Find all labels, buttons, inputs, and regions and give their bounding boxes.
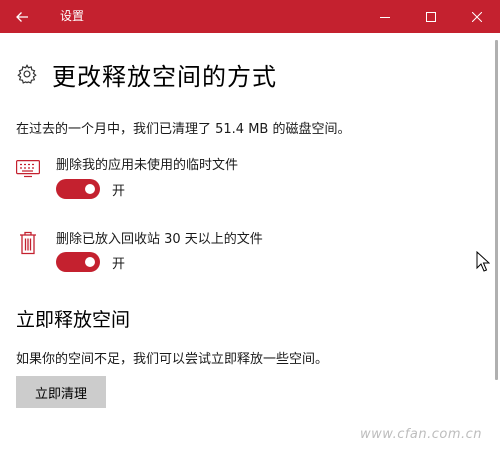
scrollbar[interactable] (495, 40, 498, 380)
temp-files-toggle[interactable] (56, 179, 100, 199)
close-icon (472, 11, 482, 22)
back-button[interactable] (0, 0, 44, 33)
recycle-bin-toggle[interactable] (56, 252, 100, 272)
maximize-icon (426, 11, 436, 22)
minimize-button[interactable] (362, 0, 408, 33)
section-title: 立即释放空间 (16, 309, 131, 331)
trash-icon (20, 231, 36, 255)
clean-now-button[interactable]: 立即清理 (16, 376, 106, 408)
watermark: www.cfan.com.cn (360, 427, 483, 442)
recycle-bin-toggle-state: 开 (112, 257, 126, 272)
gear-icon (17, 64, 37, 84)
section-description: 如果你的空间不足，我们可以尝试立即释放一些空间。 (16, 352, 329, 367)
page-header: 更改释放空间的方式 (16, 58, 277, 91)
title-bar: 设置 (0, 0, 500, 33)
close-button[interactable] (454, 0, 500, 33)
temp-files-setting-label: 删除我的应用未使用的临时文件 (56, 158, 239, 173)
window-title: 设置 (60, 9, 85, 23)
minimize-icon (380, 16, 390, 18)
page-title: 更改释放空间的方式 (52, 62, 277, 91)
cleanup-summary: 在过去的一个月中，我们已清理了 51.4 MB 的磁盘空间。 (16, 122, 351, 137)
temp-files-toggle-state: 开 (112, 184, 126, 199)
mouse-cursor-icon (476, 251, 490, 272)
back-arrow-icon (16, 11, 28, 22)
toggle-knob (85, 257, 95, 267)
toggle-knob (85, 184, 95, 194)
maximize-button[interactable] (408, 0, 454, 33)
recycle-bin-setting-label: 删除已放入回收站 30 天以上的文件 (56, 232, 263, 247)
keyboard-icon (16, 160, 40, 178)
